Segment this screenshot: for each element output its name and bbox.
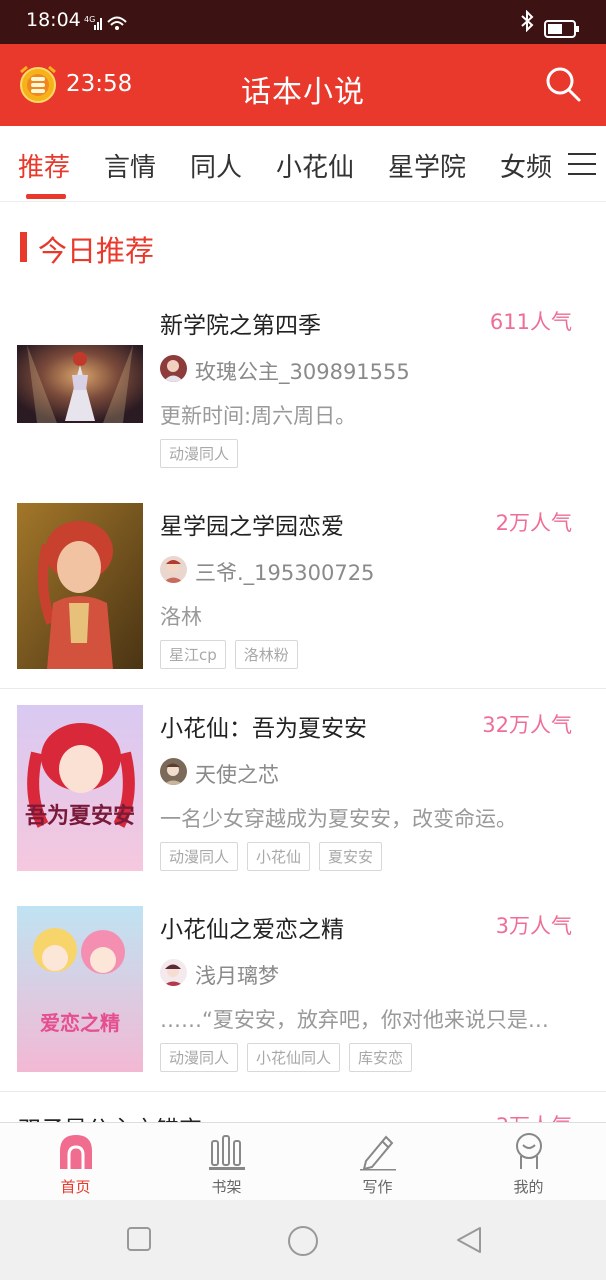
book-title[interactable]: 星学园之学园恋爱 bbox=[160, 507, 344, 541]
book-item[interactable]: 新学院之第四季 611人气 玫瑰公主_309891555 更新时间:周六周日。 … bbox=[0, 286, 606, 488]
nav-profile[interactable]: 我的 bbox=[453, 1123, 604, 1201]
book-item-partial[interactable]: 双子星公主之错恋 3万人气 bbox=[0, 1092, 606, 1122]
book-cover[interactable]: 吾为夏安安 bbox=[17, 705, 143, 871]
book-item[interactable]: 星学园之学园恋爱 2万人气 三爷._195300725 洛林 星江cp 洛林粉 bbox=[0, 487, 606, 689]
bookshelf-icon bbox=[207, 1131, 247, 1175]
app-title: 话本小说 bbox=[241, 75, 365, 110]
nav-bookshelf[interactable]: 书架 bbox=[151, 1123, 302, 1201]
nav-home-label: 首页 bbox=[60, 1178, 91, 1196]
category-tabs: 推荐 言情 同人 小花仙 星学院 女频 bbox=[0, 126, 606, 202]
tab-romance[interactable]: 言情 bbox=[104, 147, 156, 184]
avatar[interactable] bbox=[160, 556, 187, 583]
book-tag[interactable]: 星江cp bbox=[160, 640, 226, 669]
avatar[interactable] bbox=[160, 758, 187, 785]
section-title: 今日推荐 bbox=[38, 234, 155, 268]
book-description: 更新时间:周六周日。 bbox=[160, 404, 357, 428]
app-header: 23:58 话本小说 bbox=[0, 44, 606, 126]
book-cover[interactable] bbox=[17, 345, 143, 423]
book-tag[interactable]: 库安恋 bbox=[349, 1043, 413, 1072]
book-cover[interactable] bbox=[17, 503, 143, 669]
book-tag[interactable]: 动漫同人 bbox=[160, 439, 239, 468]
active-tab-indicator bbox=[26, 194, 66, 199]
book-popularity: 3万人气 bbox=[495, 914, 572, 938]
bottom-navigation: 首页 书架 写作 我的 bbox=[0, 1122, 606, 1200]
book-title[interactable]: 双子星公主之错恋 bbox=[18, 1110, 202, 1122]
book-tag[interactable]: 小花仙 bbox=[247, 842, 311, 871]
home-button-icon[interactable] bbox=[286, 1224, 320, 1262]
book-title[interactable]: 新学院之第四季 bbox=[160, 306, 321, 340]
book-popularity: 32万人气 bbox=[482, 713, 572, 737]
tag-list: 动漫同人 小花仙 夏安安 bbox=[160, 842, 383, 871]
book-tag[interactable]: 夏安安 bbox=[319, 842, 383, 871]
book-item[interactable]: 吾为夏安安 小花仙：吾为夏安安 32万人气 天使之芯 一名少女穿越成为夏安安，改… bbox=[0, 689, 606, 891]
nav-profile-label: 我的 bbox=[513, 1178, 544, 1196]
avatar[interactable] bbox=[160, 355, 187, 382]
book-tag[interactable]: 动漫同人 bbox=[160, 1043, 239, 1072]
nav-bookshelf-label: 书架 bbox=[211, 1178, 242, 1196]
signal-icon: 4G bbox=[84, 14, 132, 36]
tab-star-academy[interactable]: 星学院 bbox=[388, 147, 466, 184]
avatar[interactable] bbox=[160, 959, 187, 986]
svg-text:吾为夏安安: 吾为夏安安 bbox=[25, 803, 135, 829]
book-tag[interactable]: 小花仙同人 bbox=[247, 1043, 341, 1072]
nav-write-label: 写作 bbox=[362, 1178, 393, 1196]
book-tag[interactable]: 动漫同人 bbox=[160, 842, 239, 871]
tab-flower-fairy[interactable]: 小花仙 bbox=[276, 147, 354, 184]
book-title[interactable]: 小花仙：吾为夏安安 bbox=[160, 709, 367, 743]
tag-list: 动漫同人 小花仙同人 库安恋 bbox=[160, 1043, 413, 1072]
recent-apps-icon[interactable] bbox=[125, 1224, 153, 1258]
tag-list: 星江cp 洛林粉 bbox=[160, 640, 298, 669]
status-time: 18:04 bbox=[26, 9, 81, 31]
author-name[interactable]: 三爷._195300725 bbox=[195, 557, 374, 587]
book-popularity: 611人气 bbox=[489, 310, 572, 334]
book-title[interactable]: 小花仙之爱恋之精 bbox=[160, 910, 344, 944]
tab-fanfiction[interactable]: 同人 bbox=[190, 147, 242, 184]
battery-icon bbox=[544, 20, 580, 42]
pencil-icon bbox=[358, 1131, 398, 1175]
profile-icon bbox=[509, 1131, 549, 1175]
svg-text:4G: 4G bbox=[84, 15, 95, 24]
book-description: 一名少女穿越成为夏安安，改变命运。 bbox=[160, 807, 517, 831]
svg-text:爱恋之精: 爱恋之精 bbox=[40, 1011, 120, 1035]
section-accent-bar bbox=[20, 232, 27, 262]
back-icon[interactable] bbox=[454, 1224, 484, 1260]
nav-home[interactable]: 首页 bbox=[0, 1123, 151, 1201]
book-item[interactable]: 爱恋之精 小花仙之爱恋之精 3万人气 浅月璃梦 ……“夏安安，放弃吧，你对他来说… bbox=[0, 890, 606, 1092]
tab-recommend[interactable]: 推荐 bbox=[18, 147, 70, 184]
tag-list: 动漫同人 bbox=[160, 439, 239, 468]
book-tag[interactable]: 洛林粉 bbox=[234, 640, 298, 669]
status-bar: 18:04 4G bbox=[0, 0, 606, 44]
book-cover[interactable]: 爱恋之精 bbox=[17, 906, 143, 1072]
tab-female[interactable]: 女频 bbox=[500, 147, 552, 184]
search-icon[interactable] bbox=[543, 64, 583, 108]
author-name[interactable]: 玫瑰公主_309891555 bbox=[195, 356, 410, 386]
bluetooth-icon bbox=[520, 9, 534, 36]
system-navigation-bar bbox=[0, 1200, 606, 1280]
nav-write[interactable]: 写作 bbox=[302, 1123, 453, 1201]
home-icon bbox=[56, 1131, 96, 1175]
book-description: ……“夏安安，放弃吧，你对他来说只是… bbox=[160, 1008, 549, 1032]
book-description: 洛林 bbox=[160, 605, 202, 629]
author-name[interactable]: 天使之芯 bbox=[195, 759, 279, 789]
book-popularity: 3万人气 bbox=[496, 1110, 572, 1122]
author-name[interactable]: 浅月璃梦 bbox=[195, 960, 279, 990]
book-popularity: 2万人气 bbox=[495, 511, 572, 535]
menu-icon[interactable] bbox=[568, 152, 598, 182]
